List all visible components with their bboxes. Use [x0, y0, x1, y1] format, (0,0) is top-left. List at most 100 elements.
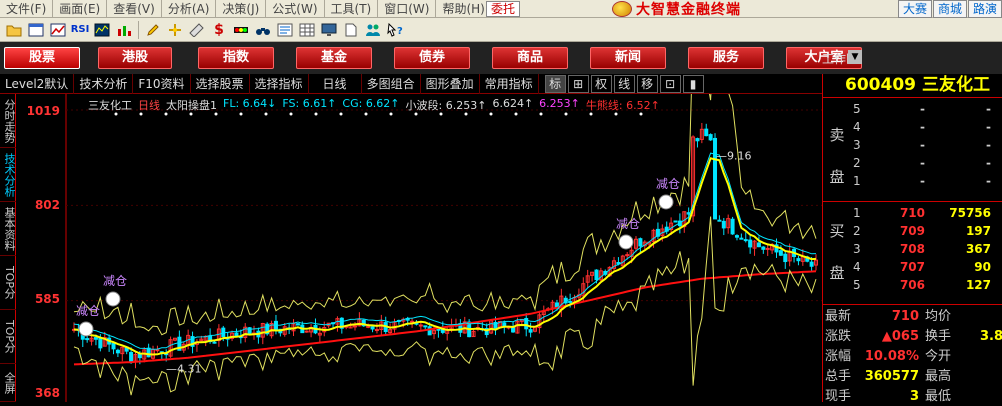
stock-name: 三友化工	[921, 75, 990, 95]
tab-basic-info[interactable]: 基本资料	[0, 202, 16, 256]
sell-row-1[interactable]: 1--	[853, 172, 1002, 190]
common-indicators[interactable]: 常用指标	[480, 73, 539, 94]
chart-icon[interactable]	[49, 21, 67, 39]
rsi-icon[interactable]: RSI	[71, 21, 90, 39]
buy-row-1[interactable]: 1 710 75756	[853, 204, 1002, 222]
nav-funds[interactable]: 基金	[296, 47, 372, 69]
candle-body	[704, 128, 709, 137]
news-icon[interactable]	[276, 21, 294, 39]
stat-change: 涨跌 ▲065 换手 3.8	[825, 329, 1002, 344]
pencil-icon[interactable]	[144, 21, 162, 39]
sidebar-toggle-icon[interactable]: ▮	[682, 74, 704, 93]
nav-hk-stocks[interactable]: 港股	[98, 47, 172, 69]
sell-row-5[interactable]: 5--	[853, 100, 1002, 118]
indicator-cg: CG: 6.62↑	[342, 97, 400, 110]
bars-icon[interactable]	[115, 21, 133, 39]
rights-icon[interactable]: 权	[590, 74, 612, 93]
left-tab-bar: 分时走势 技术分析 基本资料 TOP分 TOP分 全屏	[0, 94, 16, 402]
sell-row-2[interactable]: 2--	[853, 154, 1002, 172]
tab-top2[interactable]: TOP分	[0, 310, 16, 364]
ma-yellow-line	[73, 157, 817, 356]
chart-overlay[interactable]: 图形叠加	[421, 73, 480, 94]
chevron-down-icon[interactable]: ▼	[848, 50, 862, 64]
stats-divider	[823, 304, 1002, 305]
multi-chart[interactable]: 多图组合	[362, 73, 421, 94]
price-axis-585: 585	[34, 292, 60, 306]
menu-view-screen[interactable]: 画面(E)	[52, 0, 106, 18]
candle-body	[374, 329, 379, 332]
reduce-position-label: 减仓	[656, 177, 680, 191]
dollar-icon[interactable]: $	[210, 21, 228, 39]
sell-row-4[interactable]: 4--	[853, 118, 1002, 136]
menu-tools[interactable]: 工具(T)	[323, 0, 378, 18]
menu-window[interactable]: 窗口(W)	[377, 0, 435, 18]
tab-tech-analysis[interactable]: 技术分析	[0, 148, 16, 202]
roadshow-button[interactable]: 路演	[967, 0, 1002, 18]
tab-fullscreen[interactable]: 全屏	[0, 364, 16, 402]
menu-view[interactable]: 查看(V)	[106, 0, 161, 18]
grid-toggle-icon[interactable]: ⊞	[567, 74, 589, 93]
monitor-icon[interactable]	[320, 21, 338, 39]
nav-index[interactable]: 指数	[198, 47, 274, 69]
toolbar-separator	[138, 20, 139, 39]
buy-row-4[interactable]: 4 707 90	[853, 258, 1002, 276]
signal-icon[interactable]	[232, 21, 250, 39]
candle-body	[137, 353, 142, 359]
grid-icon[interactable]	[298, 21, 316, 39]
line-icon[interactable]: 线	[613, 74, 635, 93]
candle-body	[115, 349, 120, 354]
buy-row-2[interactable]: 2 709 197	[853, 222, 1002, 240]
candle-body	[739, 237, 744, 240]
select-stock[interactable]: 选择股票	[191, 73, 250, 94]
brand: 大智慧金融终端	[612, 0, 741, 18]
buy-row-5[interactable]: 5 706 127	[853, 276, 1002, 294]
candle-body	[436, 328, 441, 331]
menu-decision[interactable]: 决策(J)	[215, 0, 265, 18]
menu-file[interactable]: 文件(F)	[0, 0, 52, 18]
kline-chart[interactable]: —9.16 —4.31 减仓 减仓 减仓 减仓	[16, 94, 822, 402]
tech-analysis[interactable]: 技术分析	[74, 73, 134, 94]
candle-body	[155, 349, 160, 352]
nav-services[interactable]: 服务	[688, 47, 764, 69]
reduce-position-label: 减仓	[76, 304, 100, 318]
select-indicator[interactable]: 选择指标	[250, 73, 309, 94]
buy-row-3[interactable]: 3 708 367	[853, 240, 1002, 258]
period-daily[interactable]: 日线	[309, 73, 362, 94]
sell-row-3[interactable]: 3--	[853, 136, 1002, 154]
menu-formula[interactable]: 公式(W)	[265, 0, 323, 18]
candle-body	[502, 322, 507, 327]
candle-body	[234, 332, 239, 337]
mall-button[interactable]: 商城	[932, 0, 967, 18]
nav-stocks[interactable]: 股票	[4, 47, 80, 69]
tab-top1[interactable]: TOP分	[0, 256, 16, 310]
help-cursor-icon[interactable]: ?	[386, 21, 404, 39]
nav-bonds[interactable]: 债券	[394, 47, 470, 69]
mark-icon[interactable]: 标	[544, 74, 566, 93]
binoculars-icon[interactable]	[254, 21, 272, 39]
layout-icon[interactable]: ⊡	[659, 74, 681, 93]
candle-body	[568, 300, 573, 303]
window-icon[interactable]	[27, 21, 45, 39]
kline-chart-svg[interactable]: —9.16—4.31减仓减仓减仓减仓	[16, 94, 822, 402]
menu-help[interactable]: 帮助(H)	[435, 0, 490, 18]
folder-icon[interactable]	[5, 21, 23, 39]
brand-logo-icon	[612, 1, 632, 17]
nav-news[interactable]: 新闻	[590, 47, 666, 69]
chart-indicator-name: 太阳操盘1	[166, 99, 217, 112]
level2-default[interactable]: Level2默认	[0, 73, 75, 94]
move-icon[interactable]: 移	[636, 74, 658, 93]
entrust-button[interactable]: 委托	[486, 1, 520, 17]
ruler-icon[interactable]	[188, 21, 206, 39]
signal-face-icon	[105, 291, 121, 307]
nav-commodities[interactable]: 商品	[492, 47, 568, 69]
f10-info[interactable]: F10资料	[133, 73, 191, 94]
document-icon[interactable]	[342, 21, 360, 39]
candle-body	[761, 246, 766, 250]
tab-intraday[interactable]: 分时走势	[0, 94, 16, 148]
menu-analysis[interactable]: 分析(A)	[160, 0, 216, 18]
compass-icon[interactable]	[166, 21, 184, 39]
contest-button[interactable]: 大赛	[897, 0, 932, 18]
chart-stock-name: 三友化工	[88, 99, 132, 112]
people-icon[interactable]	[364, 21, 382, 39]
indicator-icon[interactable]	[93, 21, 111, 39]
